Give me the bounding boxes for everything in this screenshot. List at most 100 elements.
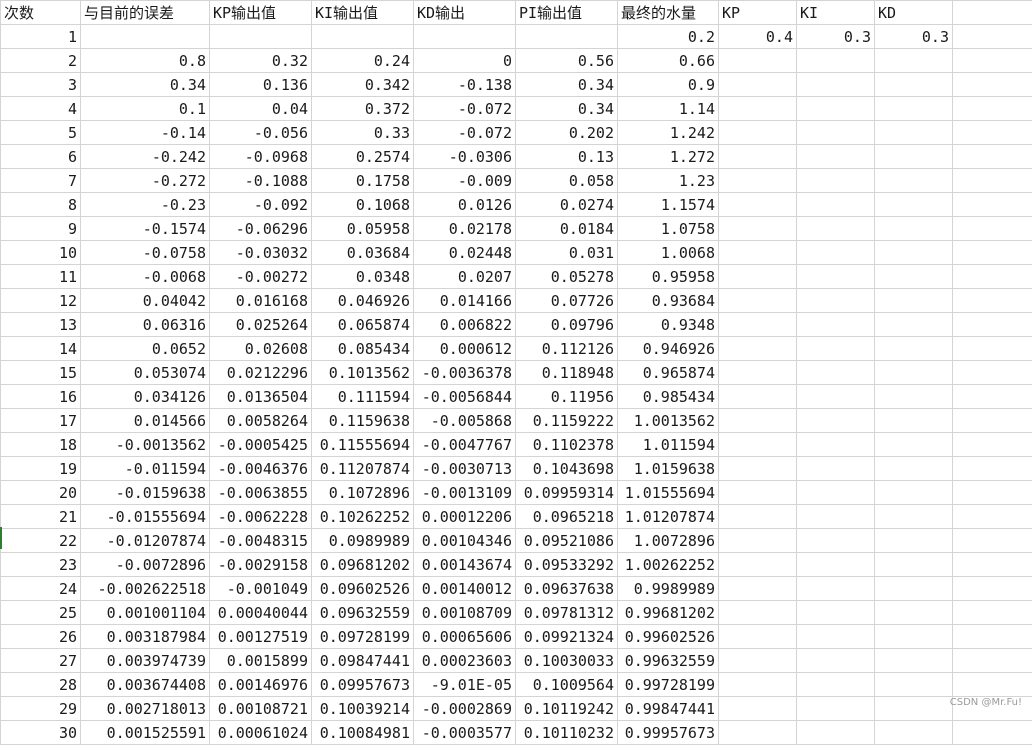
table-cell[interactable]: 1.23 [618,169,719,193]
empty-cell[interactable] [953,193,1032,217]
empty-cell[interactable] [719,481,797,505]
table-cell[interactable]: 0.99681202 [618,601,719,625]
empty-cell[interactable] [953,361,1032,385]
empty-cell[interactable] [719,265,797,289]
empty-cell[interactable] [719,529,797,553]
empty-cell[interactable] [953,529,1032,553]
table-cell[interactable]: 0.10084981 [312,721,414,745]
empty-cell[interactable] [797,553,875,577]
table-cell[interactable]: 0.342 [312,73,414,97]
table-cell[interactable]: 0.03684 [312,241,414,265]
empty-cell[interactable] [719,73,797,97]
empty-cell[interactable] [797,529,875,553]
table-cell[interactable]: 28 [1,673,81,697]
empty-cell[interactable] [719,217,797,241]
empty-cell[interactable] [719,433,797,457]
table-cell[interactable]: -0.242 [81,145,210,169]
empty-cell[interactable] [875,649,953,673]
empty-cell[interactable] [719,361,797,385]
table-cell[interactable]: 0.34 [516,97,618,121]
table-cell[interactable]: 0.0184 [516,217,618,241]
param-value[interactable]: 0.3 [797,25,875,49]
table-cell[interactable]: 1.00262252 [618,553,719,577]
column-header[interactable]: 与目前的误差 [81,1,210,25]
table-cell[interactable]: 0.1159222 [516,409,618,433]
empty-cell[interactable] [875,697,953,721]
table-cell[interactable]: -0.005868 [414,409,516,433]
empty-cell[interactable] [797,337,875,361]
table-cell[interactable]: 0.031 [516,241,618,265]
table-cell[interactable] [312,25,414,49]
table-cell[interactable]: 0.06316 [81,313,210,337]
empty-cell[interactable] [875,145,953,169]
table-cell[interactable]: 0.32 [210,49,312,73]
empty-cell[interactable] [875,241,953,265]
table-cell[interactable]: 0.006822 [414,313,516,337]
table-cell[interactable]: -0.009 [414,169,516,193]
table-cell[interactable]: 0.9348 [618,313,719,337]
table-cell[interactable]: 0.9989989 [618,577,719,601]
column-header[interactable]: KP输出值 [210,1,312,25]
empty-cell[interactable] [797,649,875,673]
empty-cell[interactable] [719,697,797,721]
empty-cell[interactable] [875,73,953,97]
table-cell[interactable]: 16 [1,385,81,409]
table-cell[interactable]: 0.003187984 [81,625,210,649]
empty-cell[interactable] [953,553,1032,577]
column-header[interactable]: PI输出值 [516,1,618,25]
table-cell[interactable]: 0.0207 [414,265,516,289]
table-cell[interactable]: 21 [1,505,81,529]
table-cell[interactable]: 0.11207874 [312,457,414,481]
empty-cell[interactable] [953,433,1032,457]
table-cell[interactable]: 1.011594 [618,433,719,457]
table-cell[interactable]: 13 [1,313,81,337]
table-cell[interactable]: 0.1013562 [312,361,414,385]
empty-cell[interactable] [797,217,875,241]
empty-cell[interactable] [953,577,1032,601]
table-cell[interactable]: 1.14 [618,97,719,121]
table-cell[interactable]: 0.09602526 [312,577,414,601]
empty-cell[interactable] [953,121,1032,145]
table-cell[interactable]: -0.1574 [81,217,210,241]
table-cell[interactable]: -0.011594 [81,457,210,481]
table-cell[interactable]: 25 [1,601,81,625]
table-cell[interactable]: 0.1159638 [312,409,414,433]
table-cell[interactable]: -0.072 [414,97,516,121]
empty-cell[interactable] [875,49,953,73]
table-cell[interactable]: 0.09959314 [516,481,618,505]
empty-cell[interactable] [797,265,875,289]
table-cell[interactable]: 1.272 [618,145,719,169]
table-cell[interactable]: -0.056 [210,121,312,145]
empty-cell[interactable] [875,97,953,121]
empty-cell[interactable] [797,673,875,697]
empty-cell[interactable] [953,721,1032,745]
empty-cell[interactable] [797,697,875,721]
table-cell[interactable]: 0.003974739 [81,649,210,673]
empty-cell[interactable] [953,505,1032,529]
table-cell[interactable]: 0.33 [312,121,414,145]
table-cell[interactable]: 0.00140012 [414,577,516,601]
empty-cell[interactable] [875,457,953,481]
table-cell[interactable]: -0.0005425 [210,433,312,457]
table-cell[interactable]: -0.0003577 [414,721,516,745]
table-cell[interactable]: 1.01207874 [618,505,719,529]
table-cell[interactable]: 0.0989989 [312,529,414,553]
table-cell[interactable]: -0.0029158 [210,553,312,577]
empty-cell[interactable] [875,721,953,745]
table-cell[interactable]: 0.34 [81,73,210,97]
table-cell[interactable]: 6 [1,145,81,169]
table-cell[interactable]: 0.00127519 [210,625,312,649]
empty-cell[interactable] [953,73,1032,97]
empty-cell[interactable] [797,145,875,169]
table-cell[interactable]: -0.0062228 [210,505,312,529]
param-label[interactable]: KI [797,1,875,25]
empty-cell[interactable] [953,625,1032,649]
table-cell[interactable]: -0.0013109 [414,481,516,505]
table-cell[interactable]: 0.09637638 [516,577,618,601]
table-cell[interactable]: 0.0348 [312,265,414,289]
table-cell[interactable]: 0.025264 [210,313,312,337]
empty-cell[interactable] [875,265,953,289]
empty-cell[interactable] [875,553,953,577]
table-cell[interactable]: 0 [414,49,516,73]
table-cell[interactable]: 22 [1,529,81,553]
